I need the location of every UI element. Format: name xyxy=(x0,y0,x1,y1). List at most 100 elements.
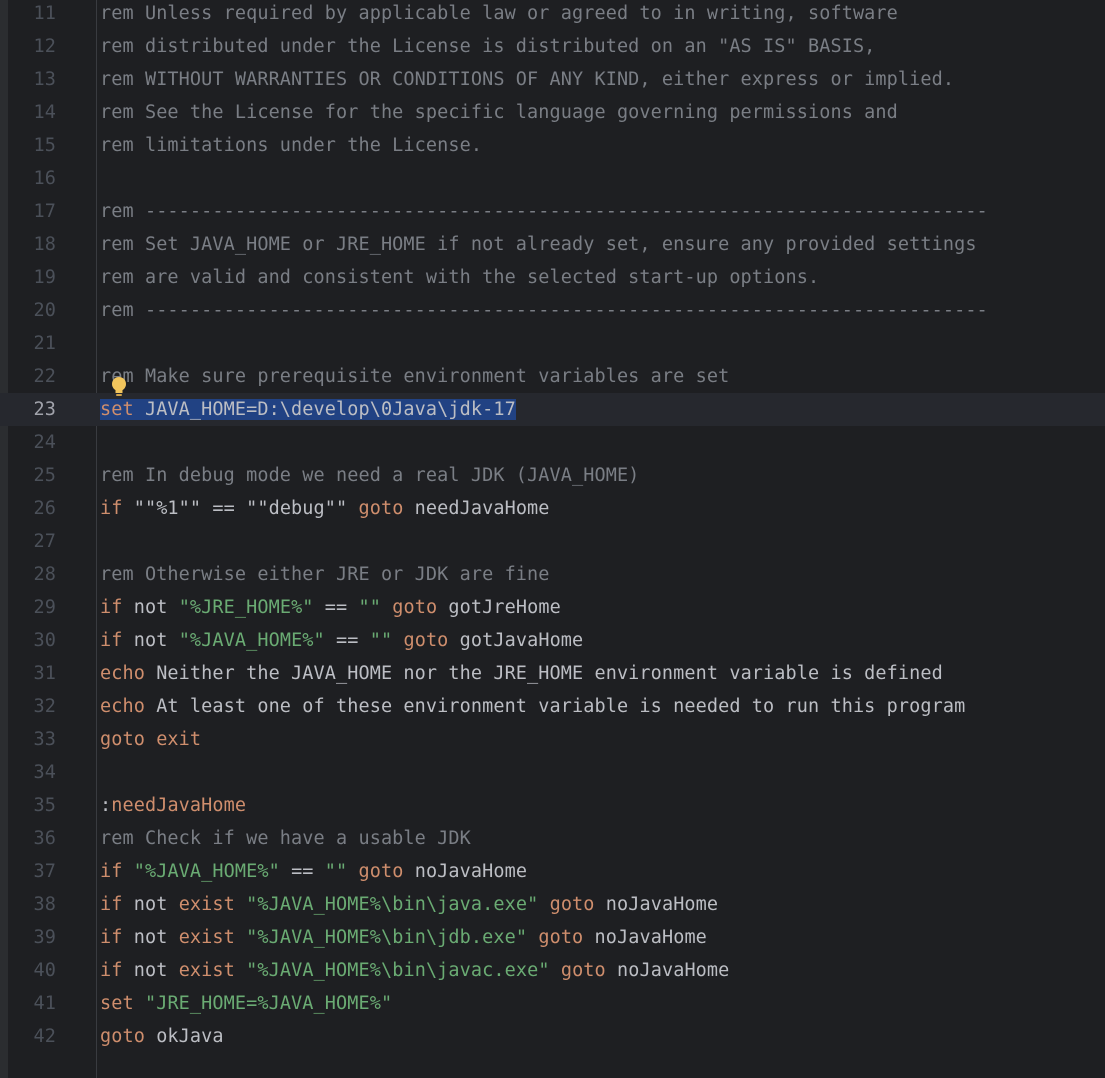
code-line[interactable]: 17 rem ----------------------------------… xyxy=(0,195,1105,228)
line-number[interactable]: 25 xyxy=(8,459,56,492)
code-line-text[interactable]: echo Neither the JAVA_HOME nor the JRE_H… xyxy=(100,657,943,690)
code-line-text[interactable]: rem WITHOUT WARRANTIES OR CONDITIONS OF … xyxy=(100,63,954,96)
line-number[interactable]: 41 xyxy=(8,987,56,1020)
code-line-text[interactable]: rem Unless required by applicable law or… xyxy=(100,0,898,30)
code-line[interactable]: 36 rem Check if we have a usable JDK xyxy=(0,822,1105,855)
line-number[interactable]: 11 xyxy=(8,0,56,30)
code-line-text[interactable]: set "JRE_HOME=%JAVA_HOME%" xyxy=(100,987,392,1020)
code-line[interactable]: 30 if not "%JAVA_HOME%" == "" goto gotJav… xyxy=(0,624,1105,657)
line-number[interactable]: 27 xyxy=(8,525,56,558)
line-number[interactable]: 14 xyxy=(8,96,56,129)
code-line[interactable]: 39 if not exist "%JAVA_HOME%\bin\jdb.exe"… xyxy=(0,921,1105,954)
line-number[interactable]: 40 xyxy=(8,954,56,987)
line-number[interactable]: 28 xyxy=(8,558,56,591)
code-line-text[interactable]: rem are valid and consistent with the se… xyxy=(100,261,819,294)
code-line-text[interactable]: goto okJava xyxy=(100,1020,224,1053)
code-line[interactable]: 13 rem WITHOUT WARRANTIES OR CONDITIONS O… xyxy=(0,63,1105,96)
code-token: == xyxy=(279,861,325,882)
code-line-text[interactable]: if ""%1"" == ""debug"" goto needJavaHome xyxy=(100,492,550,525)
lightbulb-icon[interactable] xyxy=(110,376,128,398)
code-line[interactable]: 12 rem distributed under the License is d… xyxy=(0,30,1105,63)
code-line[interactable]: 29 if not "%JRE_HOME%" == "" goto gotJreH… xyxy=(0,591,1105,624)
code-line[interactable]: 20 rem ----------------------------------… xyxy=(0,294,1105,327)
selected-code-token: set xyxy=(100,399,134,420)
code-line-text[interactable]: if not exist "%JAVA_HOME%\bin\jdb.exe" g… xyxy=(100,921,707,954)
line-number[interactable]: 33 xyxy=(8,723,56,756)
line-number[interactable]: 12 xyxy=(8,30,56,63)
code-line[interactable]: 38 if not exist "%JAVA_HOME%\bin\java.exe… xyxy=(0,888,1105,921)
code-line[interactable]: 24 xyxy=(0,426,1105,459)
code-line-text[interactable]: rem Check if we have a usable JDK xyxy=(100,822,471,855)
line-number[interactable]: 23 xyxy=(8,393,56,426)
code-line[interactable]: 14 rem See the License for the specific l… xyxy=(0,96,1105,129)
code-token: gotJavaHome xyxy=(448,630,584,651)
code-line[interactable]: 41 set "JRE_HOME=%JAVA_HOME%" xyxy=(0,987,1105,1020)
code-line[interactable]: 33 goto exit xyxy=(0,723,1105,756)
code-line[interactable]: 11 rem Unless required by applicable law … xyxy=(0,0,1105,30)
code-line[interactable]: 18 rem Set JAVA_HOME or JRE_HOME if not a… xyxy=(0,228,1105,261)
code-line-text[interactable]: if not exist "%JAVA_HOME%\bin\javac.exe"… xyxy=(100,954,729,987)
line-number[interactable]: 42 xyxy=(8,1020,56,1053)
code-line[interactable]: 34 xyxy=(0,756,1105,789)
code-line-text[interactable]: rem limitations under the License. xyxy=(100,129,482,162)
line-number[interactable]: 31 xyxy=(8,657,56,690)
line-number[interactable]: 24 xyxy=(8,426,56,459)
line-number[interactable]: 39 xyxy=(8,921,56,954)
line-number[interactable]: 35 xyxy=(8,789,56,822)
code-line-text[interactable]: set JAVA_HOME=D:\develop\0Java\jdk-17 xyxy=(100,393,516,426)
line-number[interactable]: 36 xyxy=(8,822,56,855)
code-line-text[interactable]: echo At least one of these environment v… xyxy=(100,690,965,723)
code-line-text[interactable]: goto exit xyxy=(100,723,201,756)
code-line[interactable]: 31 echo Neither the JAVA_HOME nor the JRE… xyxy=(0,657,1105,690)
line-number[interactable]: 38 xyxy=(8,888,56,921)
line-number[interactable]: 30 xyxy=(8,624,56,657)
code-token: if xyxy=(100,597,123,618)
code-line[interactable]: 26 if ""%1"" == ""debug"" goto needJavaHo… xyxy=(0,492,1105,525)
line-number[interactable]: 21 xyxy=(8,327,56,360)
line-number[interactable]: 22 xyxy=(8,360,56,393)
code-line-text[interactable]: if not "%JRE_HOME%" == "" goto gotJreHom… xyxy=(100,591,561,624)
code-line[interactable]: 37 if "%JAVA_HOME%" == "" goto noJavaHome xyxy=(0,855,1105,888)
code-line[interactable]: 40 if not exist "%JAVA_HOME%\bin\javac.ex… xyxy=(0,954,1105,987)
code-line[interactable]: 21 xyxy=(0,327,1105,360)
line-number[interactable]: 16 xyxy=(8,162,56,195)
code-line[interactable]: 15 rem limitations under the License. xyxy=(0,129,1105,162)
code-line-text[interactable]: if not exist "%JAVA_HOME%\bin\java.exe" … xyxy=(100,888,718,921)
line-number[interactable]: 32 xyxy=(8,690,56,723)
line-number[interactable]: 17 xyxy=(8,195,56,228)
code-line-text[interactable]: :needJavaHome xyxy=(100,789,246,822)
code-token: "" xyxy=(358,597,381,618)
code-editor[interactable]: 10rem11rem Unless required by applicable… xyxy=(0,0,1105,1078)
line-number[interactable]: 18 xyxy=(8,228,56,261)
code-line-text[interactable]: rem Otherwise either JRE or JDK are fine xyxy=(100,558,550,591)
code-line-text[interactable]: if "%JAVA_HOME%" == "" goto noJavaHome xyxy=(100,855,527,888)
code-line[interactable]: 16 xyxy=(0,162,1105,195)
line-number[interactable]: 29 xyxy=(8,591,56,624)
code-line[interactable]: 25 rem In debug mode we need a real JDK (… xyxy=(0,459,1105,492)
line-number[interactable]: 19 xyxy=(8,261,56,294)
code-line[interactable]: 32 echo At least one of these environment… xyxy=(0,690,1105,723)
line-number[interactable]: 37 xyxy=(8,855,56,888)
line-number[interactable]: 34 xyxy=(8,756,56,789)
code-token: exist xyxy=(178,894,235,915)
code-line-text[interactable]: rem distributed under the License is dis… xyxy=(100,30,875,63)
code-line-text[interactable]: rem Set JAVA_HOME or JRE_HOME if not alr… xyxy=(100,228,977,261)
code-line[interactable]: 28 rem Otherwise either JRE or JDK are fi… xyxy=(0,558,1105,591)
code-line-text[interactable]: rem See the License for the specific lan… xyxy=(100,96,898,129)
code-line-text[interactable]: rem ------------------------------------… xyxy=(100,294,988,327)
code-line[interactable]: 22 rem Make sure prerequisite environment… xyxy=(0,360,1105,393)
code-line-text[interactable]: rem Make sure prerequisite environment v… xyxy=(100,360,729,393)
code-line[interactable]: 27 xyxy=(0,525,1105,558)
code-line[interactable]: 42 goto okJava xyxy=(0,1020,1105,1053)
code-area[interactable]: 10rem11rem Unless required by applicable… xyxy=(0,0,1105,1053)
code-line-text[interactable]: rem In debug mode we need a real JDK (JA… xyxy=(100,459,639,492)
line-number[interactable]: 20 xyxy=(8,294,56,327)
code-line[interactable]: 19 rem are valid and consistent with the … xyxy=(0,261,1105,294)
code-line-text[interactable]: rem ------------------------------------… xyxy=(100,195,988,228)
code-line[interactable]: 35 :needJavaHome xyxy=(0,789,1105,822)
line-number[interactable]: 13 xyxy=(8,63,56,96)
code-line-text[interactable]: if not "%JAVA_HOME%" == "" goto gotJavaH… xyxy=(100,624,583,657)
line-number[interactable]: 26 xyxy=(8,492,56,525)
code-line[interactable]: 23 set JAVA_HOME=D:\develop\0Java\jdk-17 xyxy=(0,393,1105,426)
line-number[interactable]: 15 xyxy=(8,129,56,162)
